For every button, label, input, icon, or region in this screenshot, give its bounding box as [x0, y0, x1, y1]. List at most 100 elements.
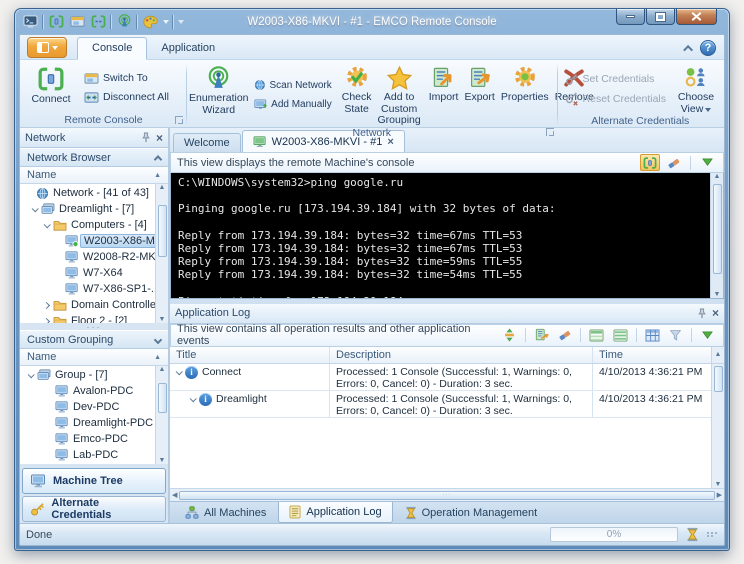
- section-custom-grouping[interactable]: Custom Grouping: [20, 330, 168, 349]
- tree-column-header[interactable]: Name ▲: [20, 167, 168, 184]
- close-panel-icon[interactable]: ×: [712, 308, 719, 318]
- scroll-up-icon[interactable]: ▲: [159, 184, 166, 191]
- qat-customize-arrow-icon[interactable]: [178, 20, 184, 24]
- view-menu-button[interactable]: [697, 154, 717, 171]
- log-horizontal-scrollbar[interactable]: ◀ ··· ▶: [170, 488, 724, 501]
- expander-open-icon[interactable]: [40, 223, 52, 228]
- tree-column-header[interactable]: Name ▲: [20, 349, 168, 366]
- tree-item[interactable]: Dreamlight-PDC: [20, 415, 155, 431]
- tree-item[interactable]: Computers - [4]: [20, 217, 155, 233]
- close-panel-icon[interactable]: ×: [156, 133, 163, 143]
- properties-button[interactable]: Properties: [498, 63, 552, 127]
- section-network-browser[interactable]: Network Browser: [20, 148, 168, 167]
- tab-console[interactable]: Console: [77, 37, 147, 60]
- clear-console-button[interactable]: [664, 154, 684, 171]
- clear-log-button[interactable]: [555, 327, 574, 344]
- log-row[interactable]: i Connect Processed: 1 Console (Successf…: [170, 364, 711, 391]
- tab-operation-management[interactable]: Operation Management: [395, 502, 548, 523]
- expander-open-icon[interactable]: [176, 368, 183, 375]
- qat-switch-to-icon[interactable]: [69, 14, 86, 30]
- machine-tree-button[interactable]: Machine Tree: [22, 468, 166, 494]
- scroll-down-icon[interactable]: ▼: [715, 481, 722, 488]
- scroll-down-icon[interactable]: ▼: [714, 291, 721, 298]
- console-window-icon[interactable]: [22, 14, 39, 30]
- tree-item[interactable]: Avalon-PDC: [20, 383, 155, 399]
- dialog-launcher-icon[interactable]: [175, 116, 183, 124]
- log-scrollbar[interactable]: ▼: [711, 364, 724, 489]
- pin-icon[interactable]: [697, 308, 707, 319]
- dialog-launcher-icon[interactable]: [546, 128, 554, 136]
- export-button[interactable]: Export: [461, 63, 497, 127]
- flat-view-button[interactable]: [611, 327, 630, 344]
- skin-dropdown-arrow-icon[interactable]: [163, 20, 169, 24]
- qat-connect-icon[interactable]: [48, 14, 65, 30]
- expander-open-icon[interactable]: [190, 395, 197, 402]
- tree-scrollbar[interactable]: ▲ ▼: [155, 366, 168, 464]
- enumeration-wizard-button[interactable]: Enumeration Wizard: [189, 63, 249, 127]
- column-description[interactable]: Description: [330, 347, 593, 363]
- application-menu-button[interactable]: [27, 37, 67, 58]
- scroll-up-icon[interactable]: ▲: [711, 347, 724, 363]
- columns-button[interactable]: [643, 327, 662, 344]
- scroll-thumb[interactable]: [713, 184, 722, 274]
- scroll-thumb[interactable]: ···: [179, 491, 714, 500]
- expander-open-icon[interactable]: [28, 207, 40, 212]
- scroll-down-icon[interactable]: ▼: [159, 316, 166, 323]
- tab-application-log[interactable]: Application Log: [278, 502, 392, 523]
- tree-item[interactable]: Dev-PDC: [20, 399, 155, 415]
- tab-application[interactable]: Application: [147, 38, 229, 59]
- add-manually-button[interactable]: Add Manually: [251, 97, 335, 112]
- close-button[interactable]: [676, 9, 717, 25]
- maximize-button[interactable]: [646, 9, 675, 25]
- scroll-thumb[interactable]: [158, 383, 167, 413]
- tree-scrollbar[interactable]: ▲ ▼: [155, 184, 168, 323]
- tree-item[interactable]: Lab-PDC: [20, 447, 155, 463]
- scroll-up-icon[interactable]: ▲: [714, 173, 721, 180]
- tree-item[interactable]: Domain Controller...: [20, 297, 155, 313]
- console-mode-toggle-button[interactable]: [640, 154, 660, 171]
- terminal-scrollbar[interactable]: ▲ ▼: [710, 173, 723, 298]
- import-button[interactable]: Import: [426, 63, 462, 127]
- remote-console-terminal[interactable]: C:\WINDOWS\system32>ping google.ru Pingi…: [170, 173, 724, 299]
- reset-credentials-button[interactable]: Reset Credentials: [562, 91, 669, 107]
- pin-icon[interactable]: [141, 132, 151, 143]
- skin-palette-icon[interactable]: [142, 14, 159, 30]
- scroll-left-icon[interactable]: ◀: [172, 491, 177, 499]
- tree-item[interactable]: W7-X64: [20, 265, 155, 281]
- log-menu-button[interactable]: [698, 327, 717, 344]
- disconnect-all-button[interactable]: Disconnect All: [81, 90, 172, 105]
- set-credentials-button[interactable]: Set Credentials: [562, 71, 669, 87]
- switch-to-button[interactable]: Switch To: [81, 71, 172, 86]
- scroll-up-icon[interactable]: ▲: [159, 366, 166, 373]
- tree-item[interactable]: W7-X86-SP1-...: [20, 281, 155, 297]
- expander-closed-icon[interactable]: [40, 303, 52, 308]
- expander-open-icon[interactable]: [24, 373, 36, 378]
- qat-enumeration-icon[interactable]: [116, 14, 133, 30]
- tab-all-machines[interactable]: All Machines: [175, 502, 276, 523]
- scroll-right-icon[interactable]: ▶: [717, 491, 722, 499]
- connect-button[interactable]: Connect: [23, 63, 79, 112]
- scroll-thumb[interactable]: [158, 205, 167, 257]
- scroll-down-icon[interactable]: ▼: [159, 457, 166, 464]
- tree-item-selected[interactable]: W2003-X86-M...: [20, 233, 155, 249]
- group-view-button[interactable]: [587, 327, 606, 344]
- column-time[interactable]: Time: [593, 347, 711, 363]
- resize-grip[interactable]: [707, 532, 718, 537]
- tree-item[interactable]: Emco-PDC: [20, 431, 155, 447]
- scroll-thumb[interactable]: [714, 366, 723, 392]
- export-log-button[interactable]: [532, 327, 551, 344]
- alternate-credentials-button[interactable]: Alternate Credentials: [22, 496, 166, 522]
- check-state-button[interactable]: Check State: [339, 63, 375, 127]
- scan-network-button[interactable]: Scan Network: [251, 77, 335, 93]
- tree-item[interactable]: Dreamlight - [7]: [20, 201, 155, 217]
- tree-item[interactable]: Network - [41 of 43]: [20, 185, 155, 201]
- filter-button[interactable]: [666, 327, 685, 344]
- autoscroll-button[interactable]: [500, 327, 519, 344]
- help-button[interactable]: ?: [700, 40, 716, 56]
- add-to-custom-grouping-button[interactable]: Add to Custom Grouping: [375, 63, 424, 127]
- collapse-ribbon-icon[interactable]: [683, 44, 693, 54]
- choose-view-button[interactable]: Choose View: [671, 63, 721, 115]
- column-title[interactable]: Title: [170, 347, 330, 363]
- qat-disconnect-icon[interactable]: [90, 14, 107, 30]
- log-row[interactable]: i Dreamlight Processed: 1 Console (Succe…: [170, 391, 711, 418]
